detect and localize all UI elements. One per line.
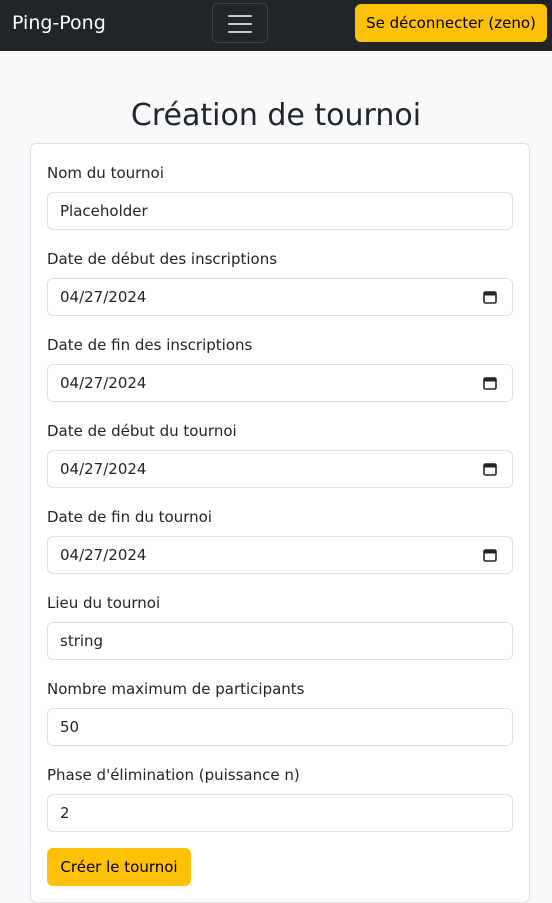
registration-start-date-input[interactable]: 04/27/2024: [47, 278, 513, 316]
registration-start-label: Date de début des inscriptions: [47, 250, 278, 268]
tournament-form: Nom du tournoi Placeholder Date de début…: [30, 143, 530, 903]
elimination-phase-label: Phase d'élimination (puissance n): [47, 766, 300, 784]
hamburger-menu-icon: [228, 15, 252, 17]
tournament-end-value: 04/27/2024: [60, 546, 147, 564]
tournament-name-input[interactable]: Placeholder: [47, 192, 513, 230]
brand-link[interactable]: Ping-Pong: [12, 11, 106, 35]
calendar-icon[interactable]: [483, 376, 497, 390]
registration-end-label: Date de fin des inscriptions: [47, 336, 253, 354]
menu-toggle-button[interactable]: [212, 3, 268, 43]
tournament-location-value: string: [60, 632, 104, 650]
tournament-name-value: Placeholder: [60, 202, 148, 220]
logout-button[interactable]: Se déconnecter (zeno): [355, 4, 547, 42]
max-participants-label: Nombre maximum de participants: [47, 680, 305, 698]
top-navbar: Ping-Pong Se déconnecter (zeno): [0, 0, 552, 51]
calendar-icon[interactable]: [483, 290, 497, 304]
registration-end-date-input[interactable]: 04/27/2024: [47, 364, 513, 402]
tournament-start-value: 04/27/2024: [60, 460, 147, 478]
tournament-end-label: Date de fin du tournoi: [47, 508, 212, 526]
max-participants-input[interactable]: 50: [47, 708, 513, 746]
tournament-start-date-input[interactable]: 04/27/2024: [47, 450, 513, 488]
create-tournament-button[interactable]: Créer le tournoi: [47, 848, 191, 886]
calendar-icon[interactable]: [483, 548, 497, 562]
tournament-location-label: Lieu du tournoi: [47, 594, 161, 612]
registration-start-value: 04/27/2024: [60, 288, 147, 306]
tournament-name-label: Nom du tournoi: [47, 164, 164, 182]
registration-end-value: 04/27/2024: [60, 374, 147, 392]
tournament-end-date-input[interactable]: 04/27/2024: [47, 536, 513, 574]
elimination-phase-value: 2: [60, 804, 70, 822]
max-participants-value: 50: [60, 718, 80, 736]
hamburger-menu-icon-bar: [228, 23, 252, 25]
tournament-start-label: Date de début du tournoi: [47, 422, 237, 440]
page-title: Création de tournoi: [130, 98, 422, 133]
hamburger-menu-icon-bar: [228, 31, 252, 33]
calendar-icon[interactable]: [483, 462, 497, 476]
elimination-phase-input[interactable]: 2: [47, 794, 513, 832]
tournament-location-input[interactable]: string: [47, 622, 513, 660]
